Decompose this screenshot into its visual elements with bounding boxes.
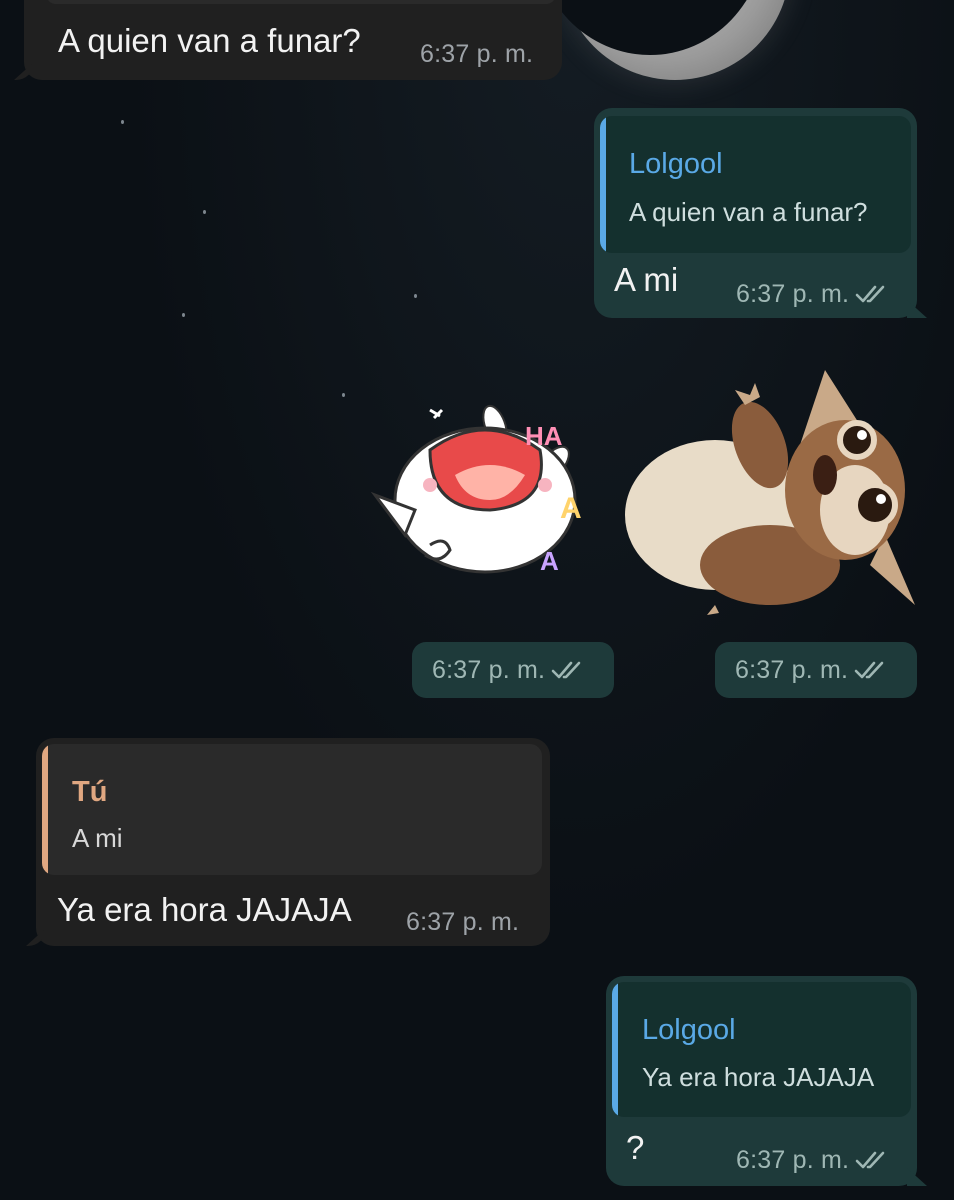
star-decoration [121,120,124,124]
message-text: A quien van a funar? [58,22,361,59]
sticker-time-badge: 6:37 p. m. [715,642,917,698]
double-check-icon [855,285,885,303]
reply-preview[interactable]: Lolgool A quien van a funar? [600,116,911,253]
sticker-text: A [540,546,559,576]
sticker-laughing-bunny[interactable]: HA A A [360,390,600,590]
sticker-text: HA [525,421,563,451]
sticker-time-badge: 6:37 p. m. [412,642,614,698]
sticker-gizmo-plush[interactable] [620,365,920,625]
message-time: 6:37 p. m. [420,40,534,68]
reply-accent-bar [42,744,48,875]
double-check-icon [855,1151,885,1169]
message-time: 6:37 p. m. [736,280,889,309]
reply-author: Lolgool [629,148,723,180]
star-decoration [182,313,185,317]
message-text: A mi [614,261,679,298]
message-time-text: 6:37 p. m. [735,656,849,684]
message-bubble-outgoing[interactable]: Lolgool Ya era hora JAJAJA ? 6:37 p. m. [606,976,917,1186]
reply-preview-partial [46,0,556,4]
reply-preview[interactable]: Tú A mi [42,744,542,875]
message-bubble-incoming[interactable]: Tú A mi Ya era hora JAJAJA 6:37 p. m. [36,738,550,946]
message-time-text: 6:37 p. m. [432,656,546,684]
message-text: ? [626,1129,645,1166]
star-decoration [414,294,417,298]
message-time: 6:37 p. m. [735,656,888,685]
reply-preview[interactable]: Lolgool Ya era hora JAJAJA [612,982,911,1117]
message-time: 6:37 p. m. [432,656,585,685]
reply-text: Ya era hora JAJAJA [642,1062,875,1092]
double-check-icon [854,661,884,679]
reply-text: A quien van a funar? [629,197,868,227]
gizmo-plush-sticker-image [625,370,915,615]
reply-author: Lolgool [642,1014,736,1046]
reply-accent-bar [612,982,618,1117]
message-time: 6:37 p. m. [406,908,520,936]
laughing-bunny-sticker-image: HA A A [370,404,582,576]
reply-accent-bar [600,116,606,253]
message-time: 6:37 p. m. [736,1146,889,1175]
message-bubble-outgoing[interactable]: Lolgool A quien van a funar? A mi 6:37 p… [594,108,917,318]
message-bubble-incoming[interactable]: A quien van a funar? 6:37 p. m. [24,0,562,80]
reply-author: Tú [72,776,108,808]
double-check-icon [551,661,581,679]
sticker-text: A [560,492,582,525]
star-decoration [342,393,345,397]
reply-text: A mi [72,823,123,853]
star-decoration [203,210,206,214]
message-time-text: 6:37 p. m. [736,280,850,308]
message-text: Ya era hora JAJAJA [57,891,352,928]
message-time-text: 6:37 p. m. [736,1146,850,1174]
